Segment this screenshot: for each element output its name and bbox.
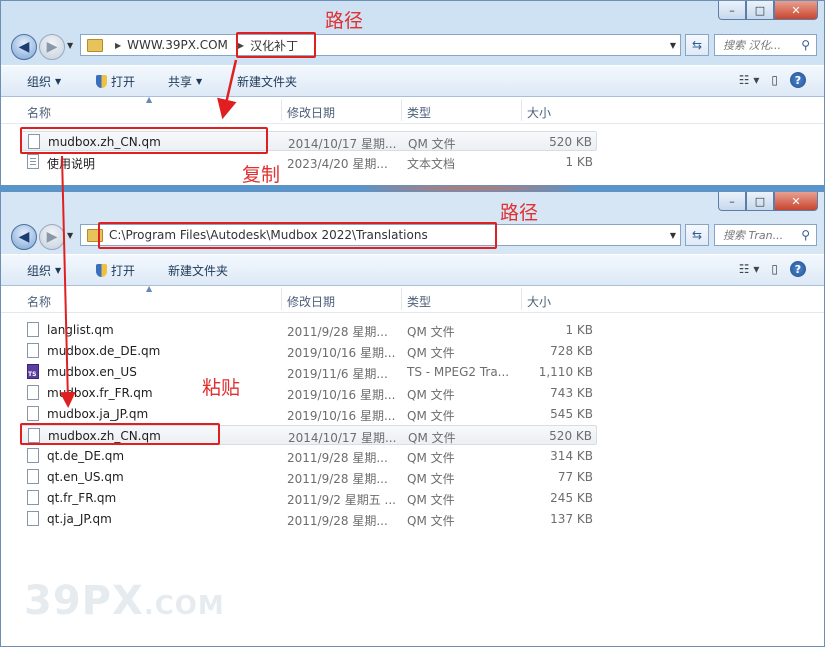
site-watermark: 39PX.COM [24, 578, 225, 624]
watermark-main: 39PX [24, 578, 144, 624]
watermark-suffix: .COM [143, 591, 225, 621]
arrow-to-file [217, 59, 238, 120]
arrow-copy-to-paste [59, 155, 76, 408]
annotation-arrows [59, 59, 238, 408]
